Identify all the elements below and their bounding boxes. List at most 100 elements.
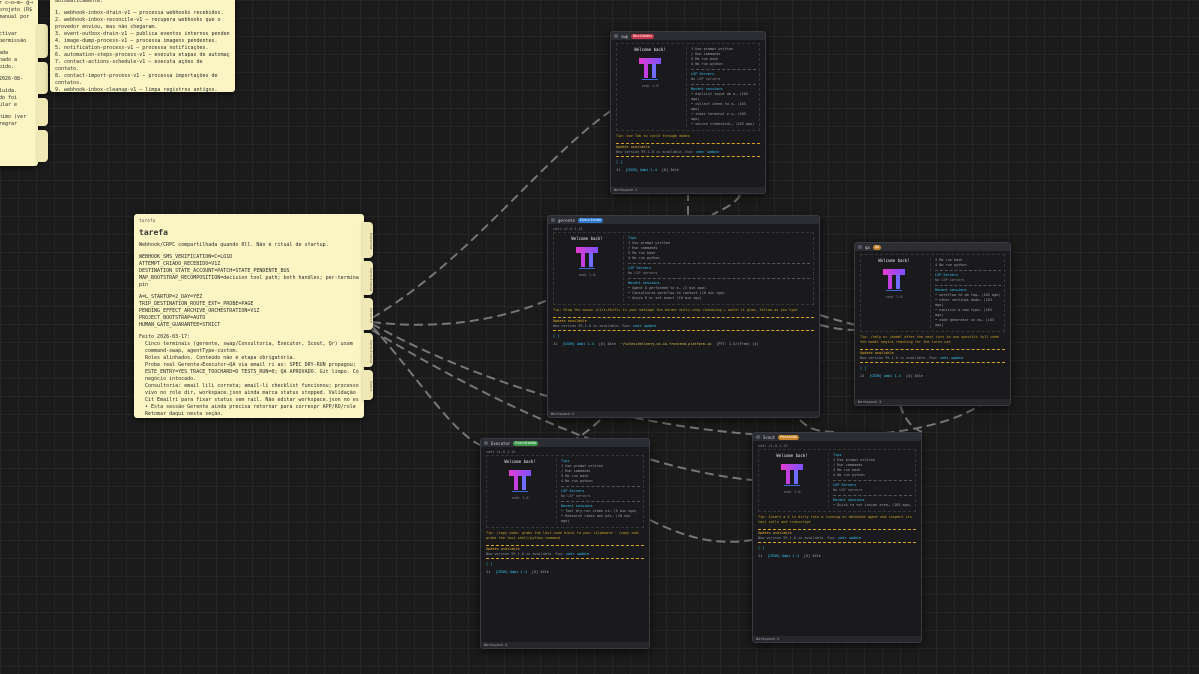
note-tarefa[interactable]: tarefa tarefa Webhook/CRPC compartilhada… — [134, 214, 364, 418]
update-command[interactable]: cedr update — [633, 324, 656, 328]
note-line: Roles alinhados. Conteúdo não é etapa ob… — [139, 355, 296, 361]
link-gerente-to-qa-2 — [819, 324, 856, 331]
update-text: New version 99.1.0 is available. Run: — [553, 324, 634, 328]
status-item: [U] Idle — [803, 554, 821, 558]
logo-part — [896, 275, 900, 289]
note-line: 5. notification-process-v1 — processa no… — [55, 45, 209, 51]
note-line: 4. image-dump-process-v1 — processa imag… — [55, 38, 218, 44]
note-tab-executor[interactable]: Executor — [362, 222, 373, 258]
update-text: New version 99.1.0 is available. Run: — [486, 552, 567, 556]
welcome-right: Tips 1 Use prompt written / Run commands 3 … — [556, 459, 640, 524]
logo-part — [888, 275, 892, 289]
status-line: J1 [CEDR] Ambi 1.4 [U] Idle — [486, 570, 644, 575]
tip-text: Tip: Use Tab to cycle through modes — [616, 134, 690, 138]
divider — [628, 278, 810, 279]
terminal-titlebar[interactable]: Scout Pensando — [753, 433, 921, 441]
welcome-right: Tips 1 Use prompt written / Run commands 3 … — [828, 453, 912, 508]
input-prompt[interactable]: [ ] — [616, 160, 760, 165]
recent-session-item[interactable]: • Quick R or set exact (10 min ago) — [628, 296, 810, 301]
terminal-titlebar[interactable]: qa QA — [855, 243, 1010, 251]
note-line: Cit Emailri para fixar status sem rail. … — [139, 397, 359, 403]
logo-part — [581, 253, 585, 267]
workspace-footer[interactable]: Workspace-5 — [753, 636, 921, 642]
divider — [561, 486, 640, 487]
tip-item: 4 No run python — [628, 256, 660, 260]
workspace-footer[interactable]: Workspace-3 — [855, 399, 1010, 405]
recent-session-item[interactable]: • secure credential… (163 ago) — [691, 122, 756, 127]
status-badge: Executando — [577, 217, 603, 223]
terminal-body[interactable]: cedr v1.0.1-15 Welcome back! cedr 1.0 Tips 1… — [753, 441, 921, 562]
status-badge: Novidades — [631, 33, 655, 39]
status-item: [CEDR] Ambi 1.4 — [869, 374, 901, 378]
recent-session-item[interactable]: • explicit a new type… (163 ago) — [935, 308, 1001, 318]
recent-session-item[interactable]: • Research rakes mes pal… (10 min ago) — [561, 514, 640, 524]
recent-session-item[interactable]: • Quick to ret inside area… (103 ago) — [833, 503, 912, 508]
status-dot — [614, 34, 618, 38]
note-line: 7. contact-actions-schedule-v1 — executa… — [55, 59, 203, 65]
terminal-title: qa — [865, 244, 870, 250]
note-tab-consultoria-2[interactable]: Consultoria — [362, 333, 373, 367]
update-body: New version 99.1.0 is available. Run: ce… — [860, 356, 1005, 361]
workspace-footer[interactable]: Workspace-2 — [548, 411, 819, 417]
note-line: 2. webhook-inbox-reconcile-v1 — recupera… — [55, 17, 221, 23]
note-line: ATTEMPT_CRIADO_RECEBIDO=V1Z — [139, 261, 221, 267]
recent-session-item[interactable]: • explicit input do o… (103 ago) — [691, 92, 756, 102]
terminal-window-executor[interactable]: Executor Executando cedr v1.0.1-15 Welcome … — [480, 438, 650, 649]
update-body: New version 99.1.0 is available. Run: ce… — [758, 536, 916, 541]
note-line: ESTE_ENTRY=YES TRACE_TOOCHARD=D TESTS_RU… — [139, 369, 359, 375]
status-item: J1 — [860, 374, 865, 378]
note-top-left[interactable]: r c̶o̶m̶ ĝ̶e̶ eprojeto (R$,manual por cti… — [0, 0, 38, 166]
note-tab[interactable] — [37, 24, 48, 58]
recent-session-item[interactable]: • index terminal e n… (163 ago) — [691, 112, 756, 122]
note-tab-gerente[interactable]: Gerente — [362, 298, 373, 330]
app-logo — [781, 464, 803, 486]
update-command[interactable]: cedr update — [940, 356, 963, 360]
note-tab[interactable] — [37, 98, 48, 126]
note-line: contatos. — [55, 80, 83, 86]
note-line: Retomar daqui nesta seção. — [139, 411, 224, 417]
divider — [628, 263, 810, 264]
note-line: 2026-08- — [0, 76, 24, 82]
workspace-footer[interactable]: Workspace-1 — [611, 187, 765, 193]
terminal-titlebar[interactable]: gerente Executando — [548, 216, 819, 224]
model-label: cedr 1.0 — [511, 496, 529, 500]
note-tab[interactable] — [37, 62, 48, 94]
update-banner: Update available New version 99.1.0 is av… — [860, 349, 1005, 363]
input-prompt[interactable]: [ ] — [553, 334, 814, 339]
note-block: WEBHOOK_SMS_VERIFICATION=C=LO1D ATTEMPT_C… — [139, 254, 359, 289]
terminal-window-qa[interactable]: qa QA Welcome back! cedr 1.0 3 Mo run bash 4 … — [854, 242, 1011, 406]
terminal-body[interactable]: cedr v1.0.1-15 Welcome back! cedr 1.0 Tips 1… — [481, 447, 649, 578]
recent-session-item[interactable]: • collect items to e… (163 ago) — [691, 102, 756, 112]
status-dot — [551, 218, 555, 222]
input-prompt[interactable]: [ ] — [860, 366, 1005, 371]
update-command[interactable]: cedr update — [696, 150, 719, 154]
note-line: 9. webhook-inbox-cleanup-v1 — limpa regi… — [55, 87, 218, 92]
terminal-body[interactable]: Welcome back! cedr 1.0 1 Use prompt writte… — [611, 40, 765, 176]
input-prompt[interactable]: [ ] — [758, 546, 916, 551]
note-top[interactable]: automaticamente. 1. webhook-inbox-drain-v… — [50, 0, 235, 92]
terminal-window-swp[interactable]: swp Novidades Welcome back! cedr 1.0 1 Use p… — [610, 31, 766, 194]
workspace-footer[interactable]: Workspace-4 — [481, 642, 649, 648]
update-command[interactable]: cedr update — [566, 552, 589, 556]
terminal-titlebar[interactable]: swp Novidades — [611, 32, 765, 40]
welcome-text: Welcome back! — [878, 258, 910, 263]
terminal-body[interactable]: cedr v1.0.1-15 Welcome back! cedr 1.0 Tips 1… — [548, 224, 819, 350]
note-line: vivo no role dir, workspace.json ainda m… — [145, 390, 359, 396]
note-tab[interactable] — [37, 130, 48, 162]
note-tab-scout[interactable]: Scout — [362, 370, 373, 400]
note-line: 6. automation-steps-process-v1 — executa… — [55, 52, 230, 58]
recent-session-item[interactable]: • code generator un no… (163 ago) — [935, 318, 1001, 328]
update-command[interactable]: cedr update — [838, 536, 861, 540]
input-prompt[interactable]: [ ] — [486, 562, 644, 567]
welcome-text: Welcome back! — [571, 236, 603, 241]
terminal-window-scout[interactable]: Scout Pensando cedr v1.0.1-15 Welcome back!… — [752, 432, 922, 643]
note-tab-consultoria[interactable]: Consultoria — [362, 261, 373, 295]
note-line: regrar — [0, 121, 18, 127]
lsp-value: No LSP servers — [561, 494, 591, 498]
logo-part — [786, 470, 790, 484]
note-block: A=L_STARTUP=2_DAY=YEZ TRIP_DESTINATION_RO… — [139, 294, 359, 329]
terminal-titlebar[interactable]: Executor Executando — [481, 439, 649, 447]
recent-session-item[interactable]: • other settings mode… (163 ago) — [935, 298, 1001, 308]
terminal-window-gerente[interactable]: gerente Executando cedr v1.0.1-15 Welcome b… — [547, 215, 820, 418]
terminal-body[interactable]: Welcome back! cedr 1.0 3 Mo run bash 4 No r… — [855, 251, 1010, 382]
